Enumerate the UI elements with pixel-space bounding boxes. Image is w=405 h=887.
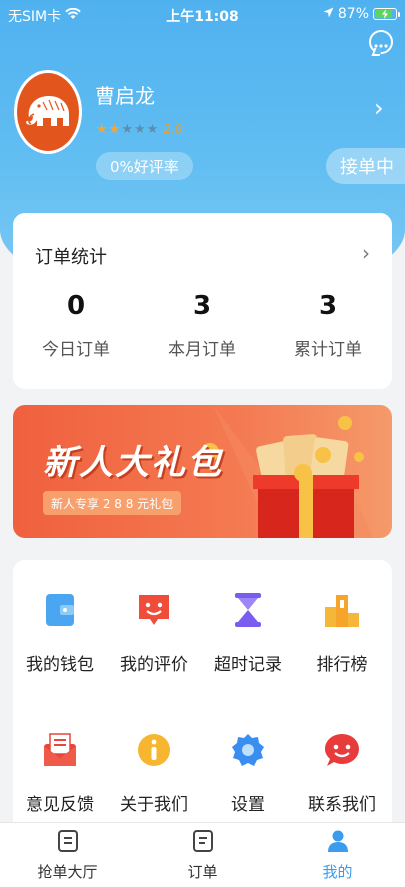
accepting-orders-toggle[interactable]: 接单中: [326, 148, 405, 184]
chevron-right-icon[interactable]: ›: [362, 241, 370, 265]
stat-value: 0: [66, 291, 86, 321]
order-stats-card: 订单统计 › 0 今日订单 3 本月订单 3 累计订单: [13, 213, 392, 389]
stat-month[interactable]: 3 本月订单: [139, 291, 265, 360]
star-rating: ★ ★ ★ ★ ★ 2.0: [96, 122, 182, 136]
battery-icon: [373, 8, 400, 20]
user-icon: [327, 830, 349, 857]
tab-bar: 抢单大厅 订单 我的: [0, 822, 405, 887]
chevron-right-icon[interactable]: ›: [374, 94, 384, 122]
star-icon: ★: [108, 121, 121, 137]
menu-item-feedback[interactable]: 意见反馈: [13, 730, 107, 815]
status-right: 87%: [323, 6, 400, 22]
tab-order-hall[interactable]: 抢单大厅: [0, 829, 135, 882]
user-name: 曹启龙: [95, 84, 155, 108]
good-rate-badge: 0%好评率: [96, 152, 193, 180]
menu-label: 设置: [231, 795, 265, 815]
mammoth-logo-icon: [21, 88, 75, 136]
avatar[interactable]: [14, 70, 82, 154]
stat-label: 本月订单: [168, 340, 236, 360]
star-icon: ★: [133, 121, 146, 137]
list-icon: [192, 830, 214, 857]
function-menu-card: 我的钱包 我的评价 超时记录 排行榜 意见反馈 关于我们 设置 联系我们: [13, 560, 392, 822]
ranking-icon: [322, 590, 362, 630]
menu-item-settings[interactable]: 设置: [201, 730, 295, 815]
banner-subtitle: 新人专享 2 8 8 元礼包: [43, 491, 182, 515]
menu-item-overtime[interactable]: 超时记录: [201, 590, 295, 675]
location-arrow-icon: [323, 6, 334, 22]
rating-score: 2.0: [163, 122, 183, 136]
star-icon: ★: [146, 121, 159, 137]
banner-title: 新人大礼包: [43, 443, 223, 483]
stat-total[interactable]: 3 累计订单: [265, 291, 391, 360]
tab-label: 抢单大厅: [37, 863, 98, 881]
message-button[interactable]: [369, 30, 393, 54]
star-icon: ★: [96, 121, 108, 137]
order-stats-title: 订单统计: [35, 247, 107, 268]
menu-label: 意见反馈: [26, 795, 94, 815]
document-icon: [57, 830, 79, 857]
hourglass-icon: [228, 590, 268, 630]
menu-item-contact[interactable]: 联系我们: [295, 730, 389, 815]
stat-today[interactable]: 0 今日订单: [13, 291, 139, 360]
menu-label: 超时记录: [214, 655, 282, 675]
tab-orders[interactable]: 订单: [135, 829, 270, 882]
review-icon: [134, 590, 174, 630]
contact-icon: [322, 730, 362, 770]
menu-label: 联系我们: [308, 795, 376, 815]
stat-value: 3: [318, 291, 338, 321]
menu-item-about[interactable]: 关于我们: [107, 730, 201, 815]
newcomer-gift-banner[interactable]: 新人大礼包 新人专享 2 8 8 元礼包: [13, 405, 392, 538]
menu-label: 我的评价: [120, 655, 188, 675]
gear-icon: [228, 730, 268, 770]
chat-bubble-icon: [374, 33, 388, 52]
stat-value: 3: [192, 291, 212, 321]
stat-label: 今日订单: [42, 340, 110, 360]
menu-label: 关于我们: [120, 795, 188, 815]
info-icon: [134, 730, 174, 770]
status-bar: 无SIM卡 上午11:08 87%: [0, 0, 405, 30]
star-icon: ★: [121, 121, 133, 137]
menu-item-wallet[interactable]: 我的钱包: [13, 590, 107, 675]
wallet-icon: [40, 590, 80, 630]
stat-label: 累计订单: [294, 340, 362, 360]
menu-item-reviews[interactable]: 我的评价: [107, 590, 201, 675]
menu-item-ranking[interactable]: 排行榜: [295, 590, 389, 675]
menu-label: 排行榜: [316, 655, 368, 675]
menu-label: 我的钱包: [26, 655, 94, 675]
battery-percent: 87%: [337, 6, 369, 22]
tab-mine[interactable]: 我的: [270, 829, 405, 882]
tab-label: 我的: [322, 863, 353, 881]
feedback-icon: [40, 730, 80, 770]
tab-label: 订单: [187, 863, 218, 881]
